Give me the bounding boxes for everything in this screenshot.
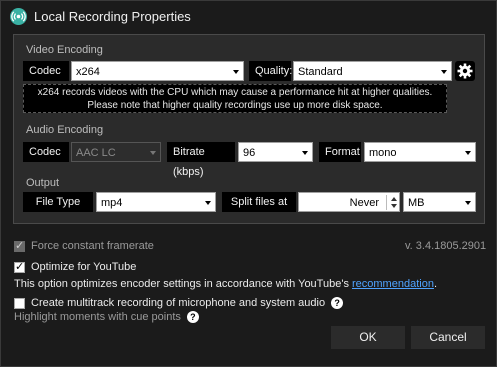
optimize-description: This option optimizes encoder settings i… xyxy=(14,278,437,290)
help-icon[interactable]: ? xyxy=(331,297,344,310)
file-type-select[interactable]: mp4 xyxy=(96,192,216,212)
gear-icon xyxy=(457,63,473,79)
chevron-down-icon xyxy=(465,201,471,205)
split-unit-select[interactable]: MB xyxy=(403,192,476,212)
encoder-info-box: x264 records videos with the CPU which m… xyxy=(23,84,447,113)
bitrate-select[interactable]: 96 xyxy=(238,142,313,162)
chevron-down-icon xyxy=(465,151,471,155)
split-files-label: Split files at xyxy=(222,192,296,212)
force-cfr-label: Force constant framerate xyxy=(31,240,154,252)
optimize-description-end: . xyxy=(433,278,437,290)
chevron-down-icon xyxy=(233,70,239,74)
output-heading: Output xyxy=(26,177,60,189)
audio-encoding-heading: Audio Encoding xyxy=(26,124,104,136)
format-value: mono xyxy=(369,147,397,159)
split-unit-value: MB xyxy=(408,197,425,209)
audio-codec-value: AAC LC xyxy=(76,147,116,159)
chevron-down-icon xyxy=(150,151,156,155)
video-encoding-heading: Video Encoding xyxy=(26,44,103,56)
recommendation-link[interactable]: recommendation xyxy=(352,278,434,290)
encoding-panel: Video Encoding Codec x264 Quality: Stand… xyxy=(13,34,485,224)
quality-value: Standard xyxy=(298,66,343,78)
bitrate-label: Bitrate (kbps) xyxy=(167,142,235,178)
quality-label: Quality: xyxy=(249,61,292,81)
format-select[interactable]: mono xyxy=(364,142,476,162)
encoder-info-line-1: x264 records videos with the CPU which m… xyxy=(37,87,433,98)
force-cfr-checkbox xyxy=(14,239,25,252)
optimize-youtube-label[interactable]: Optimize for YouTube xyxy=(31,261,136,273)
audio-codec-select: AAC LC xyxy=(71,142,161,162)
spin-up-icon[interactable] xyxy=(391,197,397,201)
ok-button[interactable]: OK xyxy=(331,326,405,349)
format-label: Format xyxy=(319,142,361,162)
optimize-description-text: This option optimizes encoder settings i… xyxy=(14,278,352,290)
quality-select[interactable]: Standard xyxy=(293,61,452,81)
multitrack-label[interactable]: Create multitrack recording of microphon… xyxy=(31,297,325,309)
broadcast-icon xyxy=(10,8,27,25)
spinbox-divider xyxy=(386,195,387,210)
file-type-value: mp4 xyxy=(101,197,123,209)
video-codec-label: Codec xyxy=(23,61,69,81)
advanced-settings-button[interactable] xyxy=(455,61,475,81)
highlight-row: Highlight moments with cue points? xyxy=(14,311,199,324)
encoder-info-line-2: Please note that higher quality recordin… xyxy=(87,100,383,111)
bitrate-value: 96 xyxy=(243,147,256,159)
split-size-spinbox[interactable]: Never xyxy=(298,192,400,212)
chevron-down-icon xyxy=(302,151,308,155)
spin-down-icon[interactable] xyxy=(391,204,397,208)
window-title: Local Recording Properties xyxy=(34,9,191,24)
chevron-down-icon xyxy=(205,201,211,205)
help-icon[interactable]: ? xyxy=(186,311,199,324)
version-text: v. 3.4.1805.2901 xyxy=(405,240,487,252)
file-type-label: File Type xyxy=(23,192,93,212)
highlight-label: Highlight moments with cue points xyxy=(14,311,181,323)
chevron-down-icon xyxy=(441,70,447,74)
video-codec-value: x264 xyxy=(76,66,100,78)
cancel-button[interactable]: Cancel xyxy=(411,326,485,349)
video-codec-select[interactable]: x264 xyxy=(71,61,244,81)
multitrack-checkbox[interactable] xyxy=(14,298,25,309)
recording-properties-dialog: Local Recording Properties Video Encodin… xyxy=(0,0,497,367)
multitrack-row: Create multitrack recording of microphon… xyxy=(31,297,344,310)
optimize-youtube-checkbox[interactable] xyxy=(14,260,25,273)
split-size-value: Never xyxy=(349,197,379,209)
audio-codec-label: Codec xyxy=(23,142,69,162)
title-bar[interactable]: Local Recording Properties xyxy=(1,1,496,31)
